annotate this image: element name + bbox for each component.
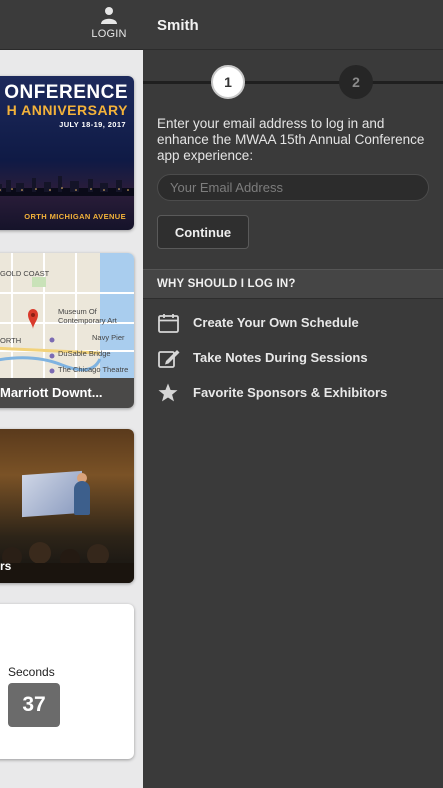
step-1[interactable]: 1: [211, 65, 245, 99]
benefit-label: Take Notes During Sessions: [193, 350, 368, 365]
continue-button[interactable]: Continue: [157, 215, 249, 249]
email-field[interactable]: [157, 174, 429, 201]
photo-caption: rs: [0, 559, 12, 573]
login-instructions: Enter your email address to log in and e…: [157, 116, 425, 163]
map-label: Museum Of: [58, 307, 97, 316]
panel-title: Smith: [143, 0, 443, 50]
conference-banner-card[interactable]: ONFERENCE H ANNIVERSARY JULY 18-19, 2017…: [0, 76, 134, 230]
speaker-image: [74, 481, 90, 515]
step-indicator: 1 2: [143, 50, 443, 112]
map-label: Contemporary Art: [58, 316, 117, 325]
audience-image: [0, 542, 134, 583]
conference-title: ONFERENCE: [4, 82, 128, 103]
app-header: LOGIN: [0, 0, 143, 50]
map-label: The Chicago Theatre: [58, 365, 129, 374]
edit-note-icon: [158, 350, 180, 368]
presentation-screen-image: [22, 470, 82, 518]
list-item: Favorite Sponsors & Exhibitors: [157, 383, 443, 403]
calendar-icon: [158, 314, 179, 333]
map-label: Navy Pier: [92, 333, 125, 342]
map-label: GOLD COAST: [0, 269, 50, 278]
conference-date: JULY 18-19, 2017: [59, 120, 126, 129]
why-login-heading: WHY SHOULD I LOG IN?: [143, 269, 443, 299]
countdown-card: Seconds 37: [0, 604, 134, 759]
step-progress-line: [143, 81, 443, 84]
user-icon: [101, 7, 117, 24]
seconds-value: 37: [8, 683, 60, 727]
city-skyline-image: [0, 176, 134, 196]
step-2[interactable]: 2: [339, 65, 373, 99]
venue-map-card[interactable]: GOLD COAST Museum Of Contemporary Art Na…: [0, 253, 134, 408]
conference-anniversary: H ANNIVERSARY: [6, 102, 128, 118]
map-label: DuSable Bridge: [58, 349, 111, 358]
conference-address: ORTH MICHIGAN AVENUE: [24, 212, 126, 221]
map-label: ORTH: [0, 336, 22, 345]
benefit-label: Favorite Sponsors & Exhibitors: [193, 385, 388, 400]
benefit-label: Create Your Own Schedule: [193, 315, 359, 330]
background-app: LOGIN ONFERENCE H ANNIVERSARY JULY 18-19…: [0, 0, 143, 788]
login-button[interactable]: LOGIN: [86, 6, 132, 46]
session-photo-card[interactable]: rs: [0, 429, 134, 583]
login-panel: Smith 1 2 Enter your email address to lo…: [143, 0, 443, 788]
star-icon: [158, 383, 178, 402]
list-item: Take Notes During Sessions: [157, 348, 443, 368]
seconds-label: Seconds: [8, 665, 55, 679]
benefits-list: Create Your Own Schedule Take Notes Duri…: [143, 299, 443, 403]
list-item: Create Your Own Schedule: [157, 313, 443, 333]
venue-caption: Marriott Downt...: [0, 378, 134, 408]
login-label: LOGIN: [91, 28, 127, 40]
